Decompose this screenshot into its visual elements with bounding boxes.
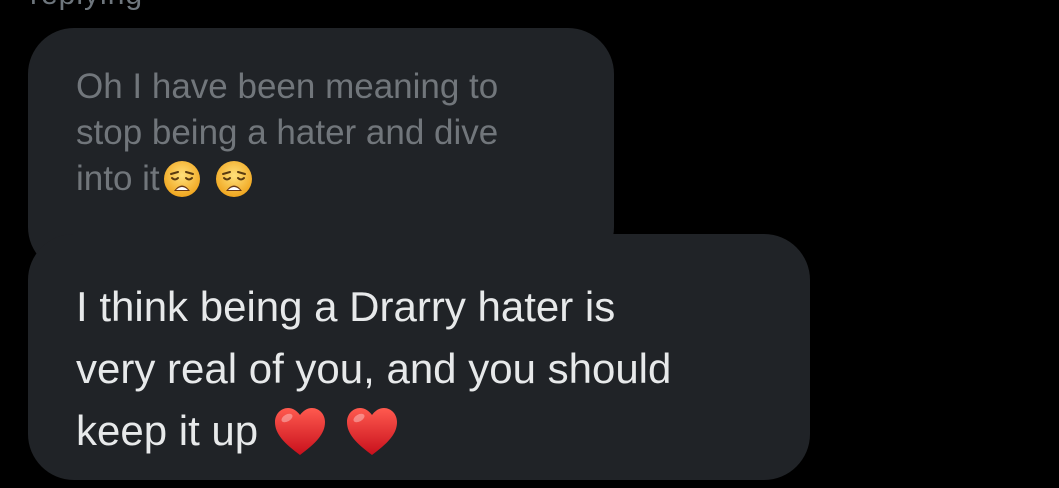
reply-message-text: I think being a Drarry hater is very rea… bbox=[76, 276, 770, 462]
quoted-line-3: into it bbox=[76, 156, 574, 202]
quoted-line-1: Oh I have been meaning to bbox=[76, 67, 499, 106]
cropped-header-text: replying bbox=[30, 0, 143, 12]
quoted-line-2: stop being a hater and dive bbox=[76, 113, 499, 152]
reply-line-3: keep it up bbox=[76, 400, 770, 462]
reply-line-1: I think being a Drarry hater is bbox=[76, 283, 616, 330]
reply-line-2: very real of you, and you should bbox=[76, 345, 672, 392]
reply-line-3-text: keep it up bbox=[76, 407, 259, 454]
red-heart-icon bbox=[347, 408, 398, 455]
quoted-line-3-text: into it bbox=[76, 159, 160, 198]
quoted-message-text: Oh I have been meaning to stop being a h… bbox=[76, 64, 574, 202]
message-thread: replying Oh I have been meaning to stop … bbox=[0, 0, 1059, 488]
reply-message-bubble[interactable]: I think being a Drarry hater is very rea… bbox=[28, 234, 810, 480]
weary-face-icon bbox=[163, 161, 200, 197]
weary-face-icon bbox=[215, 161, 252, 197]
red-heart-icon bbox=[275, 408, 326, 455]
